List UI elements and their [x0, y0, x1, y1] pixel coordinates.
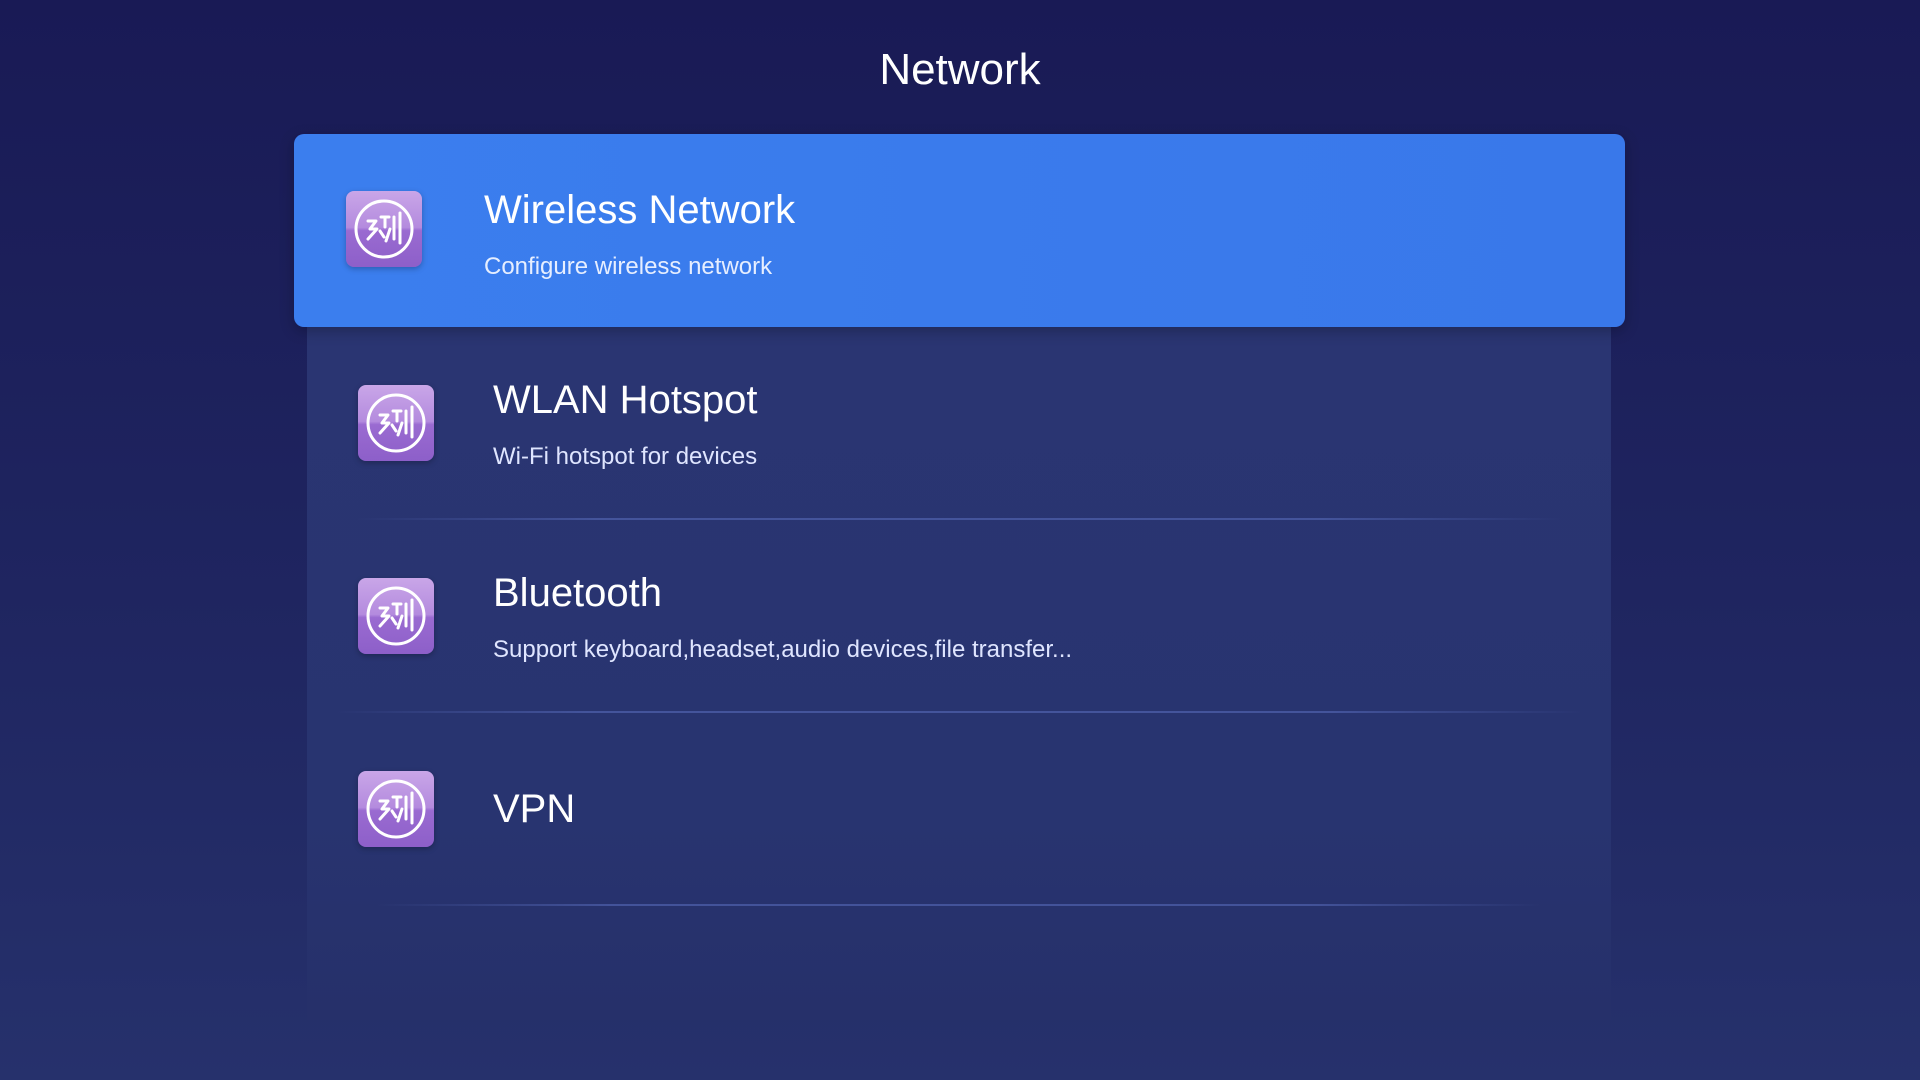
menu-item-subtitle: Support keyboard,headset,audio devices,f… [493, 636, 1073, 663]
page-title: Network [879, 45, 1041, 94]
settings-app-icon [358, 385, 434, 461]
menu-item-bluetooth[interactable]: Bluetooth Support keyboard,headset,audio… [307, 520, 1611, 713]
menu-item-title: Bluetooth [493, 571, 663, 615]
menu-item-title: WLAN Hotspot [493, 378, 758, 422]
menu-item-subtitle: Configure wireless network [484, 253, 773, 280]
menu-item-wireless-network[interactable]: Wireless Network Configure wireless netw… [294, 134, 1625, 327]
menu-item-title: VPN [493, 787, 576, 831]
menu-item-wlan-hotspot[interactable]: WLAN Hotspot Wi-Fi hotspot for devices [307, 327, 1611, 520]
menu-item-title: Wireless Network [484, 188, 796, 232]
menu-item-vpn[interactable]: VPN [307, 713, 1611, 906]
settings-app-icon [358, 771, 434, 847]
settings-app-icon [358, 578, 434, 654]
menu-item-subtitle: Wi-Fi hotspot for devices [493, 443, 758, 470]
settings-app-icon [346, 191, 422, 267]
divider [377, 904, 1541, 906]
